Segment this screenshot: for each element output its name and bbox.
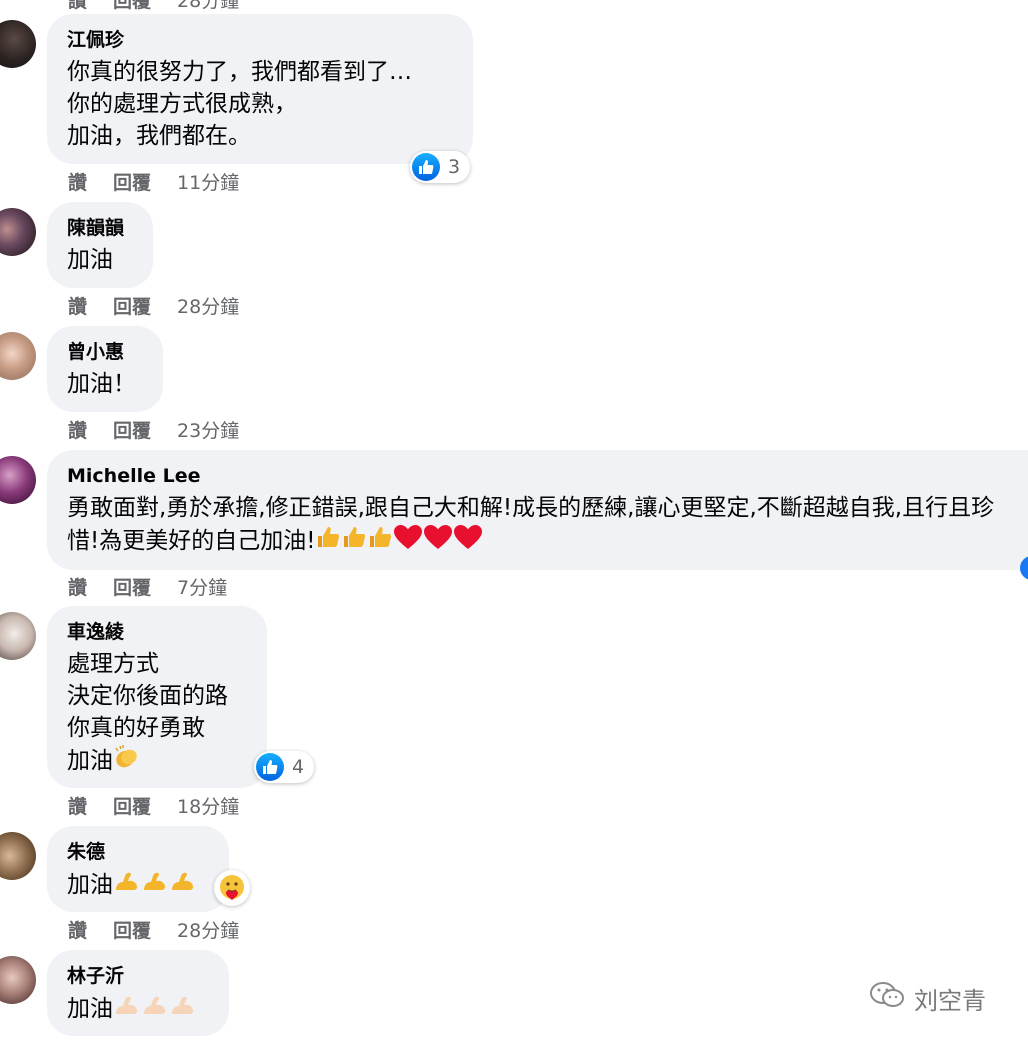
avatar[interactable] [0,956,36,1004]
comment-line: 加油，我們都在。 [67,123,251,149]
care-reaction-icon[interactable] [214,870,250,906]
comment-line: 加油 [67,744,247,779]
watermark-text: 刘空青 [914,986,986,1015]
reply-link[interactable]: 回覆 [113,416,151,443]
red-heart-icon [423,524,453,559]
thumbs-up-icon [256,753,284,781]
comment-line: 加油 [67,992,209,1027]
comment-text-content: 勇敢面對,勇於承擔,修正錯誤,跟自己大和解!成長的歷練,讓心更堅定,不斷超越自我… [67,495,995,554]
flexed-biceps-icon [169,868,197,903]
comment-author[interactable]: 朱德 [67,839,209,865]
flexed-biceps-icon [113,868,141,903]
like-link[interactable]: 讚 [68,0,87,13]
thumbs-up-icon [412,153,440,181]
reply-link[interactable]: 回覆 [113,573,151,600]
comment-line-text: 加油 [67,872,113,898]
comment-bubble: 陳韻韻 加油 [47,202,153,288]
comment-line-text: 加油 [67,748,113,774]
reply-link[interactable]: 回覆 [113,292,151,319]
thumbs-up-emoji-icon [367,525,393,558]
like-link[interactable]: 讚 [68,792,87,819]
reply-link[interactable]: 回覆 [113,0,151,13]
comment-line: 處理方式 [67,651,159,677]
flexed-biceps-icon [141,868,169,903]
comment-bubble: 朱德 加油 [47,826,229,912]
like-link[interactable]: 讚 [68,916,87,943]
comment-author[interactable]: 曾小惠 [67,339,143,365]
comment-line: 你真的好勇敢 [67,715,205,741]
reaction-count: 4 [292,756,305,778]
comment-bubble: 車逸綾 處理方式 決定你後面的路 你真的好勇敢 加油 [47,606,267,788]
timestamp: 11分鐘 [177,172,240,194]
comment-bubble: 江佩珍 你真的很努力了，我們都看到了… 你的處理方式很成熟， 加油，我們都在。 [47,14,473,164]
comment-author[interactable]: 林子沂 [67,963,209,989]
comment-bubble: 曾小惠 加油！ [47,326,163,412]
flexed-biceps-icon [141,992,169,1027]
avatar[interactable] [0,832,36,880]
comment-thread: 讚回覆 28分鐘 江佩珍 你真的很努力了，我們都看到了… 你的處理方式很成熟， 加… [0,0,1028,1042]
red-heart-icon [393,524,423,559]
comment-author[interactable]: 車逸綾 [67,619,247,645]
comment-author[interactable]: Michelle Lee [67,463,1023,489]
wechat-icon [868,980,908,1016]
reply-link[interactable]: 回覆 [113,792,151,819]
comment-actions: 讚回覆 11分鐘 [68,168,265,195]
comment-line: 加油！ [67,371,136,397]
reply-link[interactable]: 回覆 [113,916,151,943]
avatar[interactable] [0,332,36,380]
comment-actions: 讚回覆 28分鐘 [68,916,265,943]
clapping-hands-icon [113,744,141,779]
comment-line: 你的處理方式很成熟， [67,91,297,117]
comment-author[interactable]: 陳韻韻 [67,215,133,241]
reply-link[interactable]: 回覆 [113,168,151,195]
comment-actions: 讚回覆 18分鐘 [68,792,265,819]
avatar[interactable] [0,208,36,256]
reaction-badge[interactable]: 4 [254,751,315,783]
comment-line: 加油 [67,247,113,273]
like-link[interactable]: 讚 [68,168,87,195]
reaction-count: 3 [448,156,461,178]
timestamp: 18分鐘 [177,796,240,818]
flexed-biceps-icon [113,992,141,1027]
timestamp: 7分鐘 [177,577,228,599]
timestamp: 23分鐘 [177,420,240,442]
flexed-biceps-icon [169,992,197,1027]
like-link[interactable]: 讚 [68,416,87,443]
comment-actions: 讚回覆 7分鐘 [68,573,253,600]
comment-line-text: 加油 [67,996,113,1022]
comment-bubble: 林子沂 加油 [47,950,229,1036]
comment-bubble: Michelle Lee 勇敢面對,勇於承擔,修正錯誤,跟自己大和解!成長的歷練… [47,450,1028,570]
comment-line: 加油 [67,868,209,903]
reaction-badge[interactable]: 3 [410,151,471,183]
comment-actions-partial: 讚 回覆 28分鐘 [68,0,265,13]
avatar[interactable] [0,456,36,504]
red-heart-icon [453,524,483,559]
thumbs-up-emoji-icon [341,525,367,558]
timestamp: 28分鐘 [177,920,240,942]
timestamp: 28分鐘 [177,0,240,12]
comment-text: 勇敢面對,勇於承擔,修正錯誤,跟自己大和解!成長的歷練,讓心更堅定,不斷超越自我… [67,492,1023,559]
comment-line: 你真的很努力了，我們都看到了… [67,59,412,85]
like-link[interactable]: 讚 [68,573,87,600]
avatar[interactable] [0,20,36,68]
timestamp: 28分鐘 [177,296,240,318]
comment-line: 決定你後面的路 [67,683,228,709]
like-link[interactable]: 讚 [68,292,87,319]
comment-author[interactable]: 江佩珍 [67,27,453,53]
comment-actions: 讚回覆 23分鐘 [68,416,265,443]
avatar[interactable] [0,612,36,660]
comment-actions: 讚回覆 28分鐘 [68,292,265,319]
watermark: 刘空青 [868,980,986,1016]
thumbs-up-emoji-icon [315,525,341,558]
